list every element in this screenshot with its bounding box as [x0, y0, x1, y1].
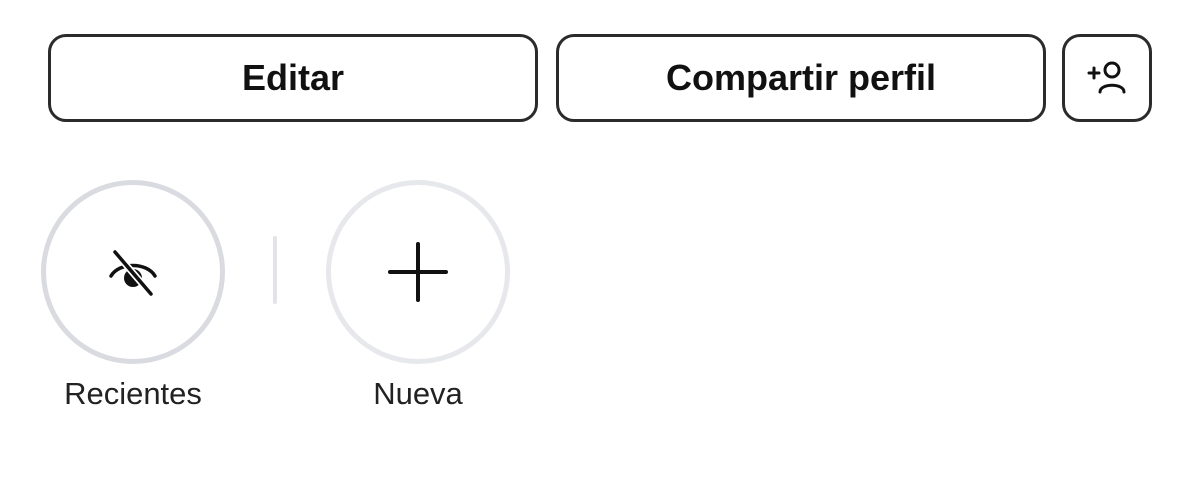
share-profile-button[interactable]: Compartir perfil	[556, 34, 1046, 122]
edit-profile-button[interactable]: Editar	[48, 34, 538, 122]
edit-profile-label: Editar	[241, 57, 345, 98]
plus-icon	[388, 242, 448, 302]
highlight-recientes[interactable]	[41, 180, 225, 364]
highlight-label-nueva: Nueva	[373, 376, 463, 411]
discover-people-button[interactable]	[1062, 34, 1152, 122]
share-profile-label: Compartir perfil	[665, 57, 937, 98]
highlight-label-recientes: Recientes	[64, 376, 202, 411]
eye-off-icon	[109, 248, 157, 298]
profile-actions-area: Editar Compartir perfil Recientes Nueva	[0, 0, 1200, 480]
highlight-nueva[interactable]	[326, 180, 510, 364]
add-person-icon	[1087, 61, 1126, 94]
highlights-divider	[273, 236, 277, 304]
